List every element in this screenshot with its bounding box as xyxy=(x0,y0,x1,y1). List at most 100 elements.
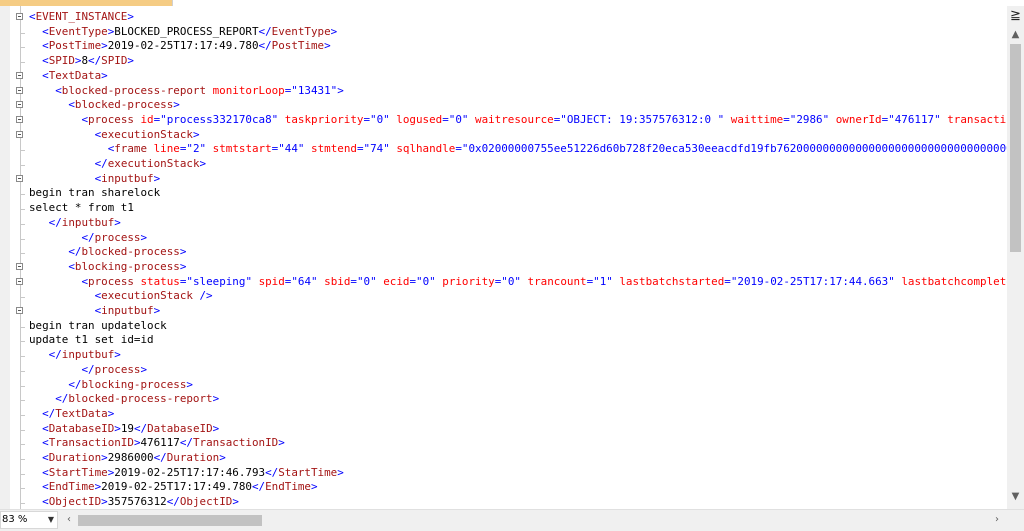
code-line[interactable]: <SPID>8</SPID> xyxy=(0,54,1007,69)
token: =" xyxy=(553,112,567,126)
dropdown-arrow-icon[interactable]: ▼ xyxy=(48,512,54,528)
code-line[interactable]: </blocking-process> xyxy=(0,377,1007,393)
code-line[interactable]: <TextData> xyxy=(0,69,1007,84)
chevron-right-icon[interactable]: › xyxy=(990,512,1004,528)
token: EndTime xyxy=(265,480,311,494)
code-text: <ObjectID>357576312</ObjectID> xyxy=(29,495,239,509)
token: TextData xyxy=(48,68,102,82)
code-line[interactable]: begin tran updatelock xyxy=(0,318,1007,334)
outline-tick xyxy=(20,230,25,240)
code-line[interactable]: <executionStack /> xyxy=(0,289,1007,304)
code-line[interactable]: </blocked-process> xyxy=(0,245,1007,260)
token: > xyxy=(232,495,239,509)
code-line[interactable]: <process status="sleeping" spid="64" sbi… xyxy=(0,275,1007,290)
collapse-icon[interactable] xyxy=(16,115,23,123)
collapse-icon[interactable] xyxy=(16,174,23,182)
token: waittime xyxy=(730,112,784,126)
horizontal-scroll-thumb[interactable] xyxy=(78,515,262,526)
code-line[interactable]: <blocking-process> xyxy=(0,260,1007,275)
code-line[interactable]: </executionStack> xyxy=(0,157,1007,172)
vertical-scroll-thumb[interactable] xyxy=(1010,44,1021,252)
code-line[interactable]: <DatabaseID>19</DatabaseID> xyxy=(0,421,1007,437)
chevron-left-icon[interactable]: ‹ xyxy=(62,512,76,528)
code-line[interactable]: <inputbuf> xyxy=(0,304,1007,319)
token: =" xyxy=(586,274,600,288)
chevron-up-icon[interactable]: ▲ xyxy=(1007,28,1024,42)
split-view-icon[interactable]: ≧ xyxy=(1009,9,1022,23)
outline-tick xyxy=(20,348,25,358)
code-text: <inputbuf> xyxy=(29,304,161,319)
code-line[interactable]: </blocked-process-report> xyxy=(0,392,1007,407)
token: ObjectID xyxy=(179,495,233,509)
code-text: <frame line="2" stmtstart="44" stmtend="… xyxy=(29,142,1007,157)
collapse-icon[interactable] xyxy=(16,262,23,270)
code-line[interactable]: <TransactionID>476117</TransactionID> xyxy=(0,436,1007,451)
outline-tick xyxy=(20,406,25,416)
chevron-down-icon[interactable]: ▼ xyxy=(1007,490,1024,504)
token: </ xyxy=(265,465,279,479)
token: > xyxy=(337,465,344,479)
code-line[interactable]: <blocked-process> xyxy=(0,98,1007,113)
code-line[interactable]: <blocked-process-report monitorLoop="134… xyxy=(0,84,1007,99)
outline-tick xyxy=(20,24,25,34)
token: > xyxy=(212,421,220,435)
code-line[interactable]: </process> xyxy=(0,362,1007,378)
code-line[interactable]: <EVENT_INSTANCE> xyxy=(0,10,1007,25)
code-line[interactable]: </inputbuf> xyxy=(0,348,1007,363)
code-text: <process status="sleeping" spid="64" sbi… xyxy=(29,275,1007,290)
token: process xyxy=(94,230,141,244)
token: 0x02000000755ee51226d60b728f20eca530eeac… xyxy=(468,142,1007,156)
token: EndTime xyxy=(48,480,95,494)
token: 64 xyxy=(297,274,312,288)
collapse-icon[interactable] xyxy=(16,101,23,109)
code-line[interactable]: <EndTime>2019-02-25T17:17:49.780</EndTim… xyxy=(0,480,1007,495)
outline-tick xyxy=(20,157,25,166)
code-line[interactable]: <inputbuf> xyxy=(0,172,1007,187)
token: =" xyxy=(783,112,797,126)
code-line[interactable]: select * from t1 xyxy=(0,201,1007,216)
code-line[interactable]: <Duration>2986000</Duration> xyxy=(0,451,1007,466)
code-text: <executionStack /> xyxy=(29,289,213,304)
code-line[interactable]: <EventType>BLOCKED_PROCESS_REPORT</Event… xyxy=(0,24,1007,40)
code-line[interactable]: </TextData> xyxy=(0,406,1007,422)
xml-editor[interactable]: <EVENT_INSTANCE> <EventType>BLOCKED_PROC… xyxy=(0,6,1007,509)
token: sleeping xyxy=(192,274,246,288)
token: > xyxy=(173,98,180,112)
token: trancount xyxy=(527,274,587,288)
code-line[interactable]: <StartTime>2019-02-25T17:17:46.793</Star… xyxy=(0,465,1007,481)
token: > xyxy=(107,406,115,420)
code-line[interactable]: <process id="process332170ca8" taskprior… xyxy=(0,113,1007,128)
code-line[interactable]: <frame line="2" stmtstart="44" stmtend="… xyxy=(0,142,1007,157)
code-line[interactable]: <ObjectID>357576312</ObjectID> xyxy=(0,495,1007,509)
code-text: <TextData> xyxy=(29,69,108,84)
code-line[interactable]: </process> xyxy=(0,230,1007,246)
collapse-icon[interactable] xyxy=(16,71,23,79)
code-line[interactable]: begin tran sharelock xyxy=(0,186,1007,201)
code-line[interactable]: update t1 set id=id xyxy=(0,333,1007,348)
code-line[interactable]: <executionStack> xyxy=(0,128,1007,143)
collapse-icon[interactable] xyxy=(16,130,23,138)
collapse-icon[interactable] xyxy=(16,13,23,20)
code-line[interactable]: <PostTime>2019-02-25T17:17:49.780</PostT… xyxy=(0,39,1007,54)
token: inputbuf xyxy=(101,171,154,185)
token: > xyxy=(311,480,318,494)
collapse-icon[interactable] xyxy=(16,307,23,314)
token: ownerId xyxy=(835,112,882,126)
token: sbid xyxy=(324,274,351,288)
token: Duration xyxy=(166,451,220,464)
collapse-icon[interactable] xyxy=(16,277,23,285)
outline-tick xyxy=(20,495,25,505)
code-text: <StartTime>2019-02-25T17:17:46.793</Star… xyxy=(29,466,344,481)
collapse-icon[interactable] xyxy=(16,86,23,94)
vertical-scrollbar[interactable]: ≧ ▲ ▼ xyxy=(1007,6,1024,509)
zoom-select[interactable]: 83 % ▼ xyxy=(0,511,58,529)
token: </ xyxy=(153,451,167,464)
code-text: <executionStack> xyxy=(29,128,200,143)
code-line[interactable]: </inputbuf> xyxy=(0,215,1007,231)
token: </ xyxy=(81,362,95,376)
code-text: begin tran sharelock xyxy=(29,186,160,201)
